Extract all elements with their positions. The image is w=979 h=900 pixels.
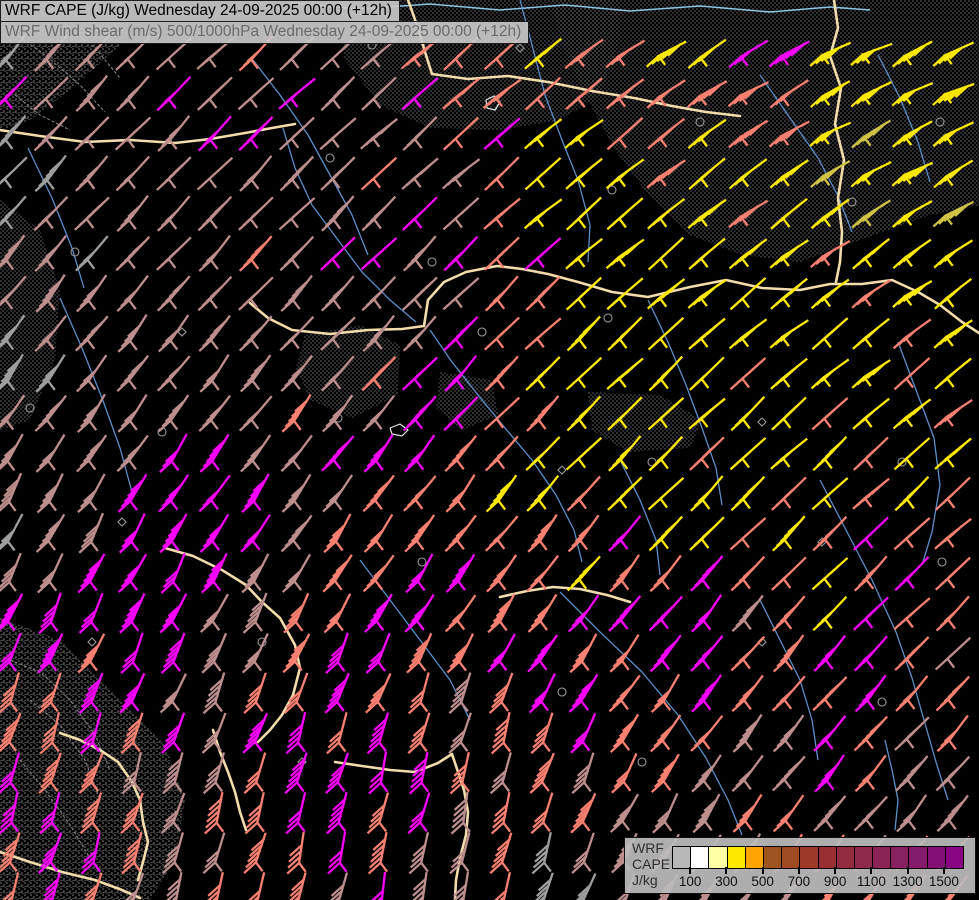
legend-label: WRF CAPE J/kg (632, 840, 670, 888)
legend-tick-label: 500 (751, 874, 774, 889)
legend-tick-label: 1300 (893, 874, 923, 889)
colorbar-cell (782, 847, 800, 868)
map-title-line-1: WRF CAPE (J/kg) Wednesday 24-09-2025 00:… (0, 0, 400, 23)
legend-tick-mark (870, 867, 872, 874)
legend-tick-label: 900 (824, 874, 847, 889)
colorbar-cell (728, 847, 746, 868)
legend-tick-label: 700 (788, 874, 811, 889)
colorbar-cell (800, 847, 818, 868)
colorbar-cell (855, 847, 873, 868)
colorbar-cell (709, 847, 727, 868)
colorbar-cell (764, 847, 782, 868)
legend-label-model: WRF (632, 840, 670, 856)
legend-label-unit: J/kg (632, 872, 670, 888)
weather-map-canvas: WRF CAPE (J/kg) Wednesday 24-09-2025 00:… (0, 0, 979, 900)
colorbar-cell (946, 847, 963, 868)
legend-tick-mark (725, 867, 727, 874)
map-graphics (0, 0, 979, 900)
legend-tick-mark (689, 867, 691, 874)
legend-tick-label: 100 (679, 874, 702, 889)
cape-legend: WRF CAPE J/kg 100 300 500 700 900 1100 1300 150… (624, 837, 976, 894)
legend-tick-mark (943, 867, 945, 874)
legend-tick-mark (762, 867, 764, 874)
colorbar-cell (746, 847, 764, 868)
colorbar-cell (691, 847, 709, 868)
colorbar-cell (891, 847, 909, 868)
legend-tick-label: 1500 (929, 874, 959, 889)
legend-tick-mark (798, 867, 800, 874)
legend-tick-label: 1100 (857, 874, 886, 889)
cape-colorbar (672, 846, 964, 869)
map-title-line-2: WRF Wind shear (m/s) 500/1000hPa Wednesd… (0, 21, 529, 44)
colorbar-cell (909, 847, 927, 868)
legend-label-parameter: CAPE (632, 856, 670, 872)
colorbar-cell (819, 847, 837, 868)
colorbar-cell (928, 847, 946, 868)
colorbar-cell (673, 847, 691, 868)
legend-tick-mark (907, 867, 909, 874)
colorbar-cell (837, 847, 855, 868)
colorbar-cell (873, 847, 891, 868)
legend-tick-label: 300 (715, 874, 738, 889)
legend-tick-mark (834, 867, 836, 874)
